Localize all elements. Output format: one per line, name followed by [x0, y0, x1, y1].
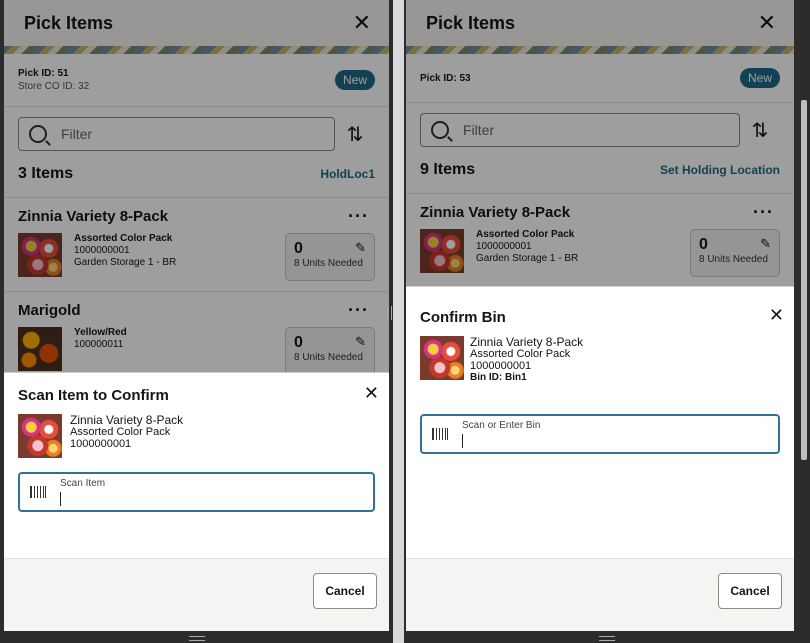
scan-bin-input[interactable]: Scan or Enter Bin: [420, 414, 780, 454]
scan-input-label: Scan or Enter Bin: [462, 420, 541, 431]
sheet-footer: Cancel: [406, 558, 794, 631]
barcode-icon: [30, 486, 46, 498]
sheet-item: Zinnia Variety 8-Pack Assorted Color Pac…: [4, 404, 389, 458]
item-variant: Assorted Color Pack: [470, 348, 571, 360]
item-thumbnail: [420, 336, 464, 380]
text-caret: [462, 434, 463, 448]
pick-items-page: Pick Items ✕ Pick ID: 53 New Filter ⇅ 9 …: [406, 0, 794, 631]
text-caret: [60, 492, 61, 506]
right-screen: Pick Items ✕ Pick ID: 53 New Filter ⇅ 9 …: [404, 0, 810, 643]
item-thumbnail: [18, 414, 62, 458]
item-sku: 1000000001: [70, 438, 132, 450]
resize-handle[interactable]: [387, 306, 392, 320]
sheet-footer: Cancel: [4, 558, 389, 631]
item-sku: 1000000001: [470, 360, 532, 372]
close-icon[interactable]: ✕: [364, 383, 379, 404]
sheet-item: Zinnia Variety 8-Pack Assorted Color Pac…: [406, 326, 794, 384]
cancel-button[interactable]: Cancel: [718, 573, 782, 609]
barcode-icon: [432, 428, 448, 440]
drag-handle[interactable]: [599, 636, 615, 641]
close-icon[interactable]: ✕: [769, 305, 784, 326]
item-variant: Assorted Color Pack: [70, 426, 171, 438]
pick-items-page: Pick Items ✕ Pick ID: 51 Store CO ID: 32…: [4, 0, 389, 631]
scan-input-label: Scan Item: [60, 478, 106, 489]
scrollbar[interactable]: [801, 100, 807, 460]
cancel-button[interactable]: Cancel: [313, 573, 377, 609]
item-name: Zinnia Variety 8-Pack: [70, 413, 184, 427]
item-name: Zinnia Variety 8-Pack: [470, 335, 584, 349]
sheet-title: Scan Item to Confirm: [18, 387, 169, 404]
drag-handle[interactable]: [188, 636, 205, 641]
bin-id: Bin ID: Bin1: [470, 372, 527, 383]
confirm-bin-sheet: Confirm Bin ✕ Zinnia Variety 8-Pack Asso…: [406, 286, 794, 631]
scan-item-sheet: Scan Item to Confirm ✕ Zinnia Variety 8-…: [4, 372, 389, 631]
scan-item-input[interactable]: Scan Item: [18, 472, 375, 512]
sheet-title: Confirm Bin: [420, 309, 506, 326]
left-screen: Pick Items ✕ Pick ID: 51 Store CO ID: 32…: [0, 0, 393, 643]
